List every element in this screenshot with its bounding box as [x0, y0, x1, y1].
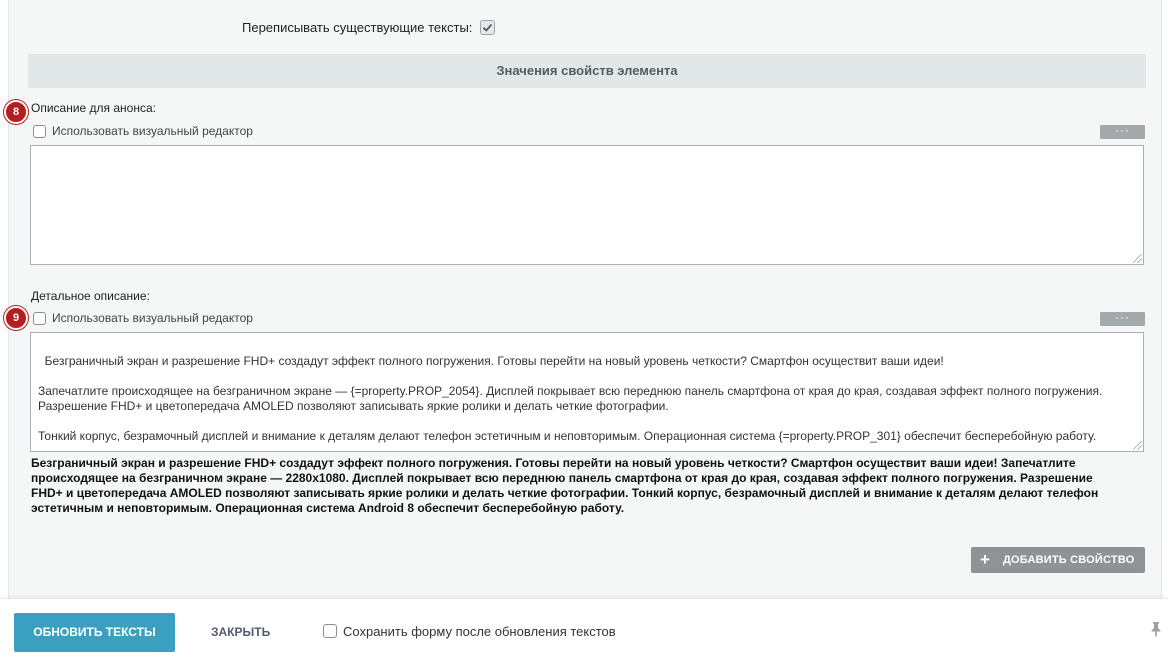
preview-description-textarea[interactable] — [30, 145, 1144, 265]
detail-visual-editor-label[interactable]: Использовать визуальный редактор — [52, 311, 253, 325]
add-property-button[interactable]: + ДОБАВИТЬ СВОЙСТВО — [971, 547, 1145, 573]
preview-visual-editor-checkbox[interactable] — [33, 125, 46, 138]
preview-visual-editor-label[interactable]: Использовать визуальный редактор — [52, 124, 253, 138]
step-badge-8: 8 — [4, 100, 28, 124]
update-texts-button[interactable]: ОБНОВИТЬ ТЕКСТЫ — [14, 613, 175, 652]
close-button[interactable]: ЗАКРЫТЬ — [211, 613, 270, 652]
checkmark-icon — [482, 23, 493, 32]
detail-description-textarea[interactable]: Безграничный экран и разрешение FHD+ соз… — [30, 332, 1144, 452]
detail-description-value: Безграничный экран и разрешение FHD+ соз… — [38, 354, 1103, 443]
section-title: Значения свойств элемента — [28, 54, 1146, 88]
footer-bar: ОБНОВИТЬ ТЕКСТЫ ЗАКРЫТЬ Сохранить форму … — [0, 598, 1168, 662]
detail-more-button[interactable]: ··· — [1100, 311, 1145, 326]
step-badge-9: 9 — [4, 306, 28, 330]
add-property-label[interactable]: ДОБАВИТЬ СВОЙСТВО — [1003, 547, 1134, 573]
save-form-label[interactable]: Сохранить форму после обновления текстов — [343, 624, 616, 639]
preview-description-label: Описание для анонса: — [31, 101, 156, 115]
resize-handle[interactable] — [1133, 254, 1142, 263]
detail-description-label: Детальное описание: — [31, 289, 150, 303]
save-form-checkbox[interactable] — [323, 624, 337, 638]
pin-icon[interactable] — [1150, 621, 1162, 637]
overwrite-label: Переписывать существующие тексты: — [242, 20, 473, 35]
detail-visual-editor-checkbox[interactable] — [33, 312, 46, 325]
detail-description-preview: Безграничный экран и разрешение FHD+ соз… — [31, 456, 1099, 515]
plus-icon: + — [980, 550, 990, 569]
preview-more-button[interactable]: ··· — [1100, 124, 1145, 139]
resize-handle[interactable] — [1133, 441, 1142, 450]
overwrite-checkbox[interactable] — [480, 20, 495, 35]
